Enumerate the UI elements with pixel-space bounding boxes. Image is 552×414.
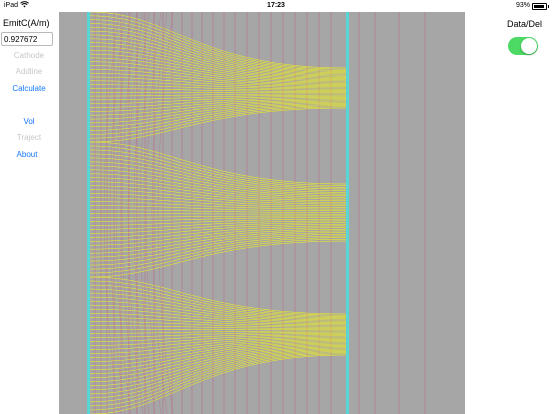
equipotential-arc [109,12,126,414]
addline-button[interactable]: Addline [0,67,58,76]
left-panel: EmitC(A/m) Cathode Addline Calculate Vol… [0,12,58,414]
data-del-label: Data/Del [506,19,542,29]
anode-electrode [346,12,349,414]
toggle-knob [521,38,537,54]
emit-current-label: EmitC(A/m) [3,18,50,28]
equipotential-arc [127,12,144,414]
equipotential-arc [103,12,120,414]
trajectory-line [89,19,347,71]
battery-icon [532,3,549,10]
cathode-button[interactable]: Cathode [0,51,58,60]
calculate-button[interactable]: Calculate [0,84,58,93]
trajectory-line [89,288,347,318]
trajectory-line [89,349,347,399]
trajectory-line [89,284,347,317]
about-button[interactable]: About [0,150,56,159]
equipotential-arc [121,12,138,414]
trajectory-line [89,93,347,97]
trajectory-line [89,215,347,218]
right-panel: Data/Del [465,12,552,414]
trajectory-line [89,209,347,213]
traject-button[interactable]: Traject [0,133,58,142]
status-bar: iPad 17:23 93% [0,0,552,12]
emit-current-input[interactable] [1,32,53,46]
battery-percent: 93% [515,2,530,9]
trajectory-line [89,106,347,139]
simulation-canvas[interactable] [59,12,465,414]
clock: 17:23 [267,2,285,9]
cathode-electrode [87,12,90,414]
vol-button[interactable]: Vol [0,117,58,126]
data-del-toggle[interactable] [508,37,538,55]
electron-trajectories [89,12,347,414]
trajectory-line [89,213,347,215]
trajectory-plot [87,12,426,414]
